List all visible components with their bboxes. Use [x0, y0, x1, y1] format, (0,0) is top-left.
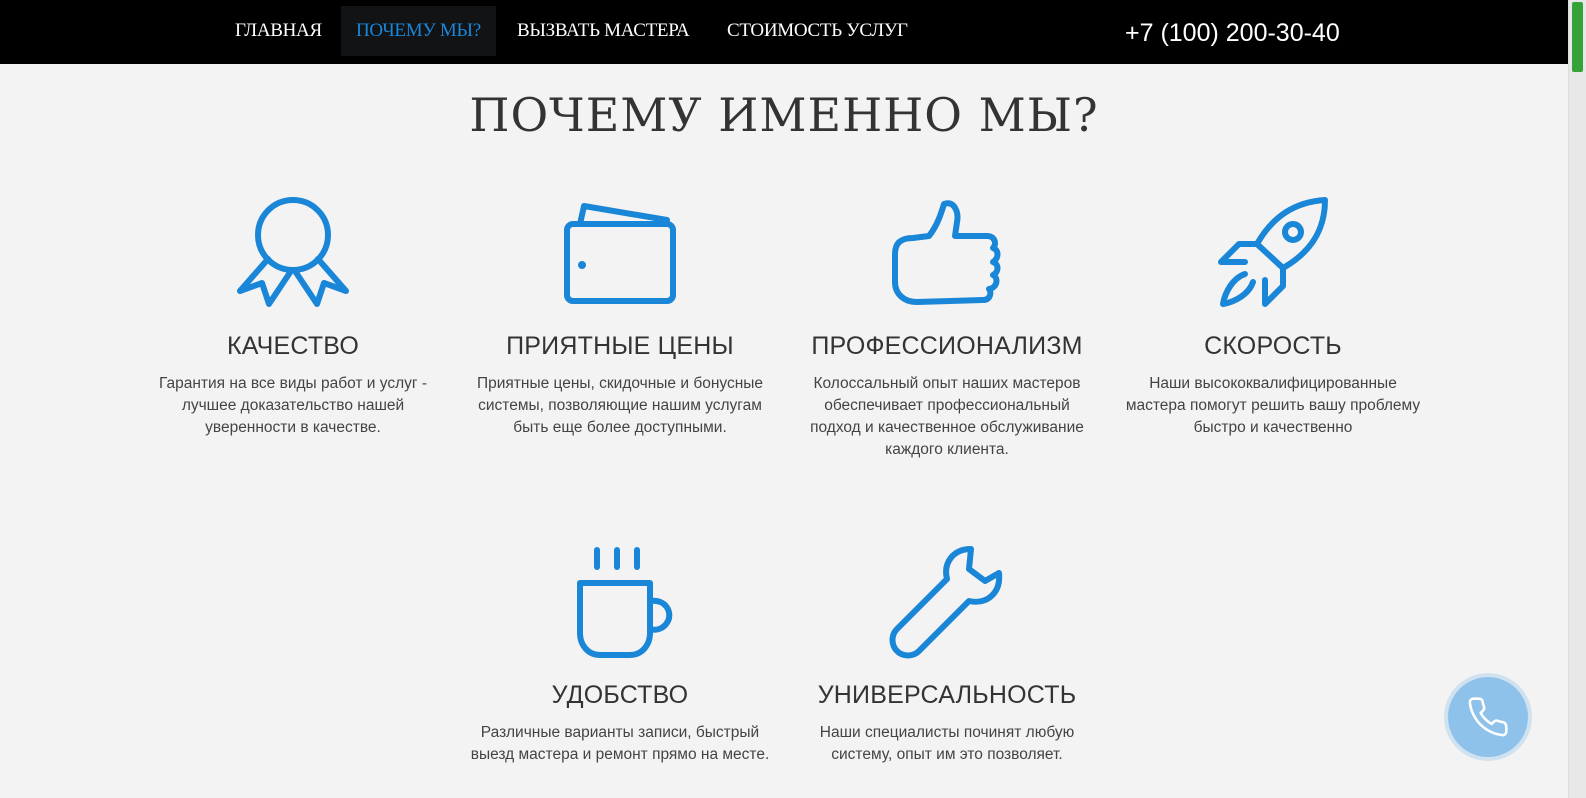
feature-universality: УНИВЕРСАЛЬНОСТЬ Наши специалисты починят… [797, 545, 1097, 766]
nav-item-pricing[interactable]: Стоимость услуг [712, 6, 923, 56]
coffee-mug-icon [577, 547, 673, 658]
section-title: ПОЧЕМУ ИМЕННО МЫ? [469, 88, 1099, 142]
top-navigation-bar: Главная Почему мы? Вызвать мастера Стоим… [0, 0, 1568, 64]
callback-button[interactable] [1448, 677, 1528, 757]
phone-icon [1468, 697, 1508, 737]
feature-title: СКОРОСТЬ [1204, 332, 1342, 360]
feature-description: Гарантия на все виды работ и услуг - луч… [158, 375, 428, 436]
feature-title: КАЧЕСТВО [226, 332, 359, 360]
feature-convenience: УДОБСТВО Различные варианты записи, быст… [470, 545, 770, 766]
feature-description: Различные варианты записи, быстрый выезд… [470, 724, 770, 763]
wrench-icon [889, 546, 1003, 659]
feature-prices: ПРИЯТНЫЕ ЦЕНЫ Приятные цены, скидочные и… [470, 196, 770, 439]
nav-item-why-us[interactable]: Почему мы? [341, 6, 496, 56]
award-ribbon-icon [237, 197, 349, 307]
feature-title: ПРОФЕССИОНАЛИЗМ [811, 332, 1083, 360]
feature-title: УДОБСТВО [551, 681, 689, 709]
rocket-icon [1218, 197, 1328, 307]
feature-title: УНИВЕРСАЛЬНОСТЬ [817, 681, 1077, 709]
wallet-icon [564, 203, 676, 304]
feature-description: Наши высококвалифицированные мастера пом… [1125, 375, 1421, 436]
feature-professionalism: ПРОФЕССИОНАЛИЗМ Колоссальный опыт наших … [797, 196, 1097, 461]
nav-item-home[interactable]: Главная [220, 6, 337, 56]
feature-description: Колоссальный опыт наших мастеров обеспеч… [810, 375, 1084, 458]
feature-description: Наши специалисты починят любую систему, … [819, 724, 1075, 763]
header-phone-number[interactable]: +7 (100) 200-30-40 [1125, 6, 1340, 60]
scrollbar-thumb[interactable] [1572, 2, 1583, 72]
nav-item-call-master[interactable]: Вызвать мастера [502, 6, 704, 56]
feature-title: ПРИЯТНЫЕ ЦЕНЫ [506, 332, 734, 360]
thumbs-up-icon [892, 200, 1001, 305]
page-scrollbar[interactable] [1568, 0, 1586, 798]
feature-speed: СКОРОСТЬ Наши высококвалифицированные ма… [1123, 196, 1423, 439]
feature-description: Приятные цены, скидочные и бонусные сист… [476, 375, 764, 436]
feature-quality: КАЧЕСТВО Гарантия на все виды работ и ус… [143, 196, 443, 439]
